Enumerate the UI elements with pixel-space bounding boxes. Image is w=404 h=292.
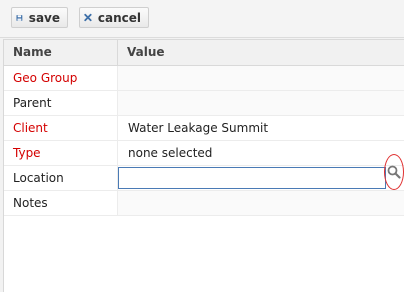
field-value-geo-group[interactable] <box>118 66 404 90</box>
row-location: Location <box>4 154 404 191</box>
location-search-button[interactable] <box>384 154 404 190</box>
row-client: Client Water Leakage Summit <box>4 116 404 141</box>
column-header-value[interactable]: Value <box>118 40 404 65</box>
save-button[interactable]: save <box>11 7 68 28</box>
close-icon <box>84 13 92 22</box>
cancel-label: cancel <box>97 10 141 25</box>
property-grid: Name Value Geo Group Parent Client Water… <box>3 39 404 292</box>
cancel-button[interactable]: cancel <box>79 7 149 28</box>
row-type: Type none selected <box>4 141 404 166</box>
search-icon <box>387 165 401 179</box>
row-parent: Parent <box>4 91 404 116</box>
column-header-name[interactable]: Name <box>4 40 118 65</box>
field-label-parent: Parent <box>4 91 118 115</box>
floppy-disk-icon <box>16 14 23 21</box>
toolbar: save cancel <box>0 0 404 38</box>
row-geo-group: Geo Group <box>4 66 404 91</box>
field-value-type[interactable]: none selected <box>118 141 404 165</box>
row-notes: Notes <box>4 191 404 216</box>
field-label-type: Type <box>4 141 118 165</box>
grid-header: Name Value <box>4 39 404 66</box>
save-label: save <box>28 10 60 25</box>
field-label-geo-group: Geo Group <box>4 66 118 90</box>
location-input[interactable] <box>118 167 386 189</box>
field-label-notes: Notes <box>4 191 118 215</box>
field-label-location: Location <box>4 166 118 190</box>
field-value-client[interactable]: Water Leakage Summit <box>118 116 404 140</box>
field-label-client: Client <box>4 116 118 140</box>
field-value-notes[interactable] <box>118 191 404 215</box>
field-value-parent[interactable] <box>118 91 404 115</box>
